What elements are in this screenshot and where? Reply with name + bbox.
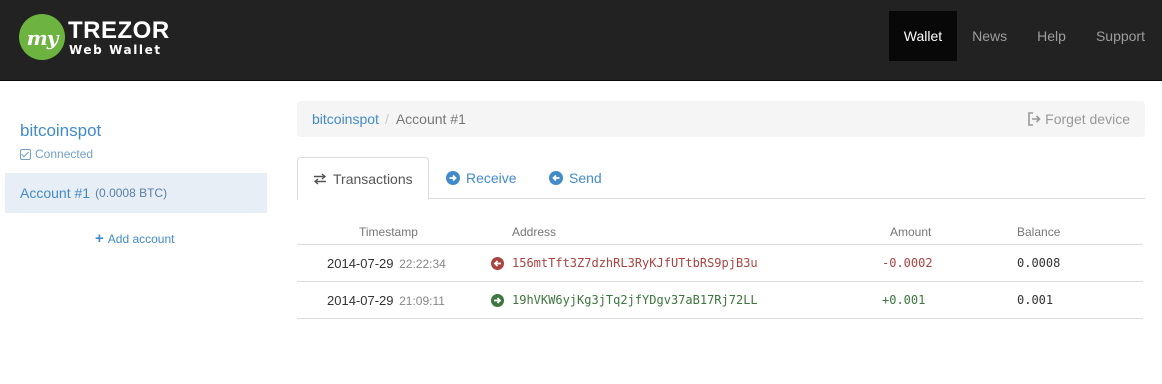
tx-timestamp: 2014-07-29 21:09:11 (327, 293, 445, 308)
brand-logo[interactable]: my TREZOR Web Wallet (19, 14, 170, 60)
table-row[interactable]: 2014-07-29 22:22:34 156mtTft3Z7dzhRL3RyK… (297, 245, 1143, 282)
brand-subtitle: Web Wallet (69, 42, 162, 57)
tx-amount: -0.0002 (882, 256, 933, 270)
tab-receive-label: Receive (466, 170, 517, 186)
brand-text: TREZOR Web Wallet (68, 16, 170, 57)
nav-support[interactable]: Support (1081, 11, 1162, 61)
tx-date: 2014-07-29 (327, 256, 394, 271)
arrow-circle-right-icon (491, 294, 504, 307)
tx-timestamp: 2014-07-29 22:22:34 (327, 256, 446, 271)
forget-device-label: Forget device (1045, 111, 1130, 127)
tx-direction (491, 257, 504, 273)
tx-balance: 0.0008 (1017, 256, 1061, 270)
nav-help[interactable]: Help (1022, 11, 1081, 61)
device-status-label: Connected (35, 147, 94, 161)
check-square-icon (20, 148, 31, 160)
header-amount: Amount (890, 225, 932, 239)
tx-amount: +0.001 (882, 293, 926, 307)
top-navbar: my TREZOR Web Wallet Wallet News Help Su… (0, 0, 1162, 81)
sidebar-item-account-1[interactable]: Account #1 (0.0008 BTC) (5, 173, 267, 213)
tx-address[interactable]: 156mtTft3Z7dzhRL3RyKJfUTtbRS9pjB3u (512, 256, 758, 270)
breadcrumb: bitcoinspot / Account #1 Forget device (297, 101, 1145, 137)
header-address: Address (512, 225, 557, 239)
tx-time: 21:09:11 (399, 294, 445, 308)
account-name: Account #1 (20, 185, 91, 201)
arrow-circle-left-icon (491, 257, 504, 270)
table-header: Timestamp Address Amount Balance (297, 219, 1143, 245)
account-tabs: Transactions Receive Send (297, 157, 1145, 200)
arrow-circle-left-icon (549, 171, 563, 185)
forget-device-button[interactable]: Forget device (1027, 101, 1130, 137)
account-balance: (0.0008 BTC) (95, 186, 168, 200)
nav-wallet[interactable]: Wallet (888, 11, 958, 61)
header-timestamp: Timestamp (359, 225, 418, 239)
sign-out-icon (1028, 112, 1041, 126)
main-nav: Wallet News Help Support (888, 11, 1162, 61)
tx-direction (491, 294, 504, 310)
tx-address[interactable]: 19hVKW6yjKg3jTq2jfYDgv37aB17Rj72LL (512, 293, 758, 307)
mytrezor-logo-icon: my (19, 14, 65, 60)
logo-mark: my (26, 26, 59, 50)
transactions-table: Timestamp Address Amount Balance 2014-07… (297, 219, 1143, 319)
tab-transactions[interactable]: Transactions (297, 157, 429, 200)
tx-balance: 0.001 (1017, 293, 1054, 307)
tx-time: 22:22:34 (399, 257, 446, 271)
breadcrumb-current: Account #1 (395, 111, 466, 127)
table-row[interactable]: 2014-07-29 21:09:11 19hVKW6yjKg3jTq2jfYD… (297, 282, 1143, 319)
add-account-label: Add account (107, 231, 175, 246)
device-status: Connected (20, 147, 93, 161)
breadcrumb-separator: / (384, 111, 389, 127)
add-account-button[interactable]: + Add account (95, 231, 174, 246)
tab-send-label: Send (569, 170, 602, 186)
tx-date: 2014-07-29 (327, 293, 394, 308)
tab-receive[interactable]: Receive (431, 157, 532, 199)
breadcrumb-device[interactable]: bitcoinspot (312, 111, 379, 127)
header-balance: Balance (1017, 225, 1061, 239)
nav-news[interactable]: News (957, 11, 1022, 61)
plus-icon: + (95, 230, 104, 247)
arrow-circle-right-icon (446, 171, 460, 185)
device-name[interactable]: bitcoinspot (20, 121, 101, 141)
brand-title: TREZOR (68, 16, 170, 44)
tab-transactions-label: Transactions (333, 170, 413, 187)
tab-send[interactable]: Send (534, 157, 617, 199)
swap-arrows-icon (313, 172, 327, 185)
